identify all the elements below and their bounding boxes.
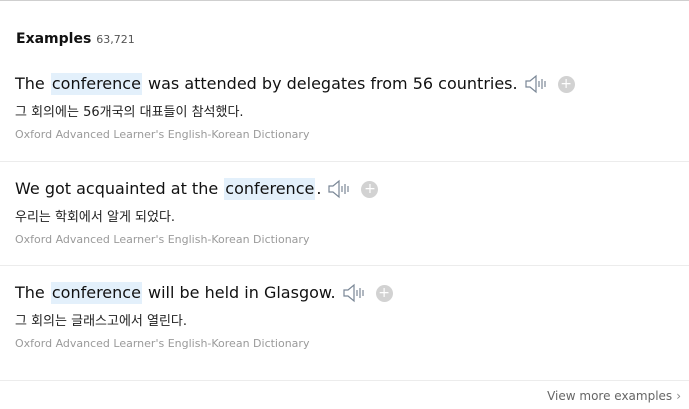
example-item: We got acquainted at the conference. + 우… <box>0 161 689 265</box>
example-sentence: The conference was attended by delegates… <box>15 73 575 95</box>
examples-footer: View more examples › <box>0 380 689 409</box>
example-item: The conference was attended by delegates… <box>0 57 689 161</box>
example-item: The conference will be held in Glasgow. … <box>0 265 689 369</box>
example-sentence: The conference will be held in Glasgow. … <box>15 282 393 304</box>
keyword-highlight: conference <box>224 178 316 200</box>
keyword-highlight: conference <box>50 73 142 95</box>
add-icon[interactable]: + <box>557 75 575 93</box>
example-translation: 그 회의에는 56개국의 대표들이 참석했다. <box>15 105 244 120</box>
view-more-examples-link[interactable]: View more examples › <box>547 389 681 403</box>
examples-title: Examples <box>16 31 92 47</box>
example-translation: 우리는 학회에서 알게 되었다. <box>15 210 176 225</box>
sentence-after: will be held in Glasgow. <box>148 283 336 302</box>
example-source: Oxford Advanced Learner's English-Korean… <box>15 233 310 246</box>
example-translation: 그 회의는 글래스고에서 열린다. <box>15 314 188 329</box>
view-more-label: View more examples <box>547 389 673 403</box>
example-source: Oxford Advanced Learner's English-Korean… <box>15 337 310 350</box>
example-sentence: We got acquainted at the conference. + <box>15 178 379 200</box>
add-icon[interactable]: + <box>361 180 379 198</box>
sentence-after: was attended by delegates from 56 countr… <box>148 74 518 93</box>
sentence-before: We got acquainted at the <box>15 179 219 198</box>
speaker-icon[interactable] <box>342 283 368 303</box>
examples-count: 63,721 <box>96 33 135 46</box>
examples-panel: Examples 63,721 The conference was atten… <box>0 0 689 409</box>
sentence-after: . <box>316 179 322 198</box>
speaker-icon[interactable] <box>327 179 353 199</box>
examples-header: Examples 63,721 <box>16 31 135 47</box>
sentence-before: The <box>15 283 45 302</box>
sentence-before: The <box>15 74 45 93</box>
chevron-right-icon: › <box>676 389 681 403</box>
keyword-highlight: conference <box>50 282 142 304</box>
add-icon[interactable]: + <box>375 284 393 302</box>
speaker-icon[interactable] <box>524 74 550 94</box>
example-source: Oxford Advanced Learner's English-Korean… <box>15 128 310 141</box>
